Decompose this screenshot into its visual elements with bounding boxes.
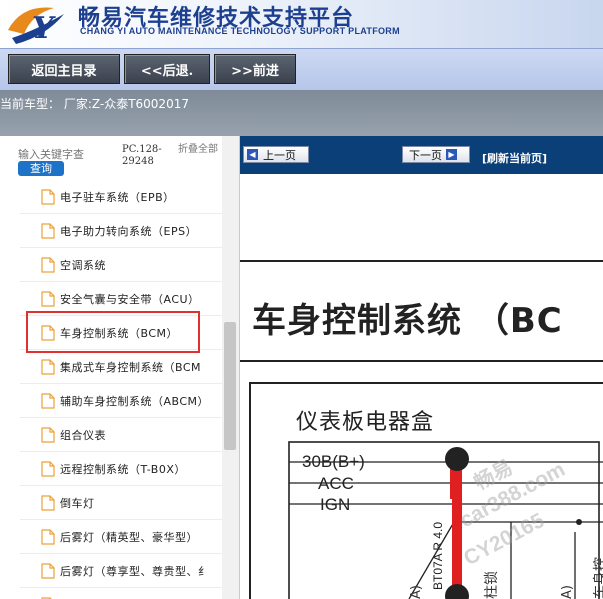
pin-label-acc: ACC (318, 474, 354, 493)
document-icon (41, 188, 55, 205)
document-icon (41, 324, 55, 341)
document-icon (41, 460, 55, 477)
document-rule (240, 260, 603, 262)
document-icon (41, 562, 55, 579)
tree-item[interactable]: 空调系统 (20, 248, 222, 282)
logo-letter: Y (32, 11, 56, 46)
tree-item-label: 后雾灯（尊享型、尊贵型、纟 (60, 564, 210, 578)
tree-item-label: 电子驻车系统（EPB） (60, 190, 175, 204)
forward-button[interactable]: >>前进 (214, 54, 296, 84)
pin-label-ign: IGN (320, 495, 351, 514)
diagram-side-text: A) (560, 585, 575, 599)
document-icon (41, 222, 55, 239)
document-rule (240, 360, 603, 362)
logo-icon: Y (8, 7, 64, 46)
fuse-box-title: 仪表板电器盒 (296, 410, 435, 435)
search-button[interactable]: 查询 (18, 161, 64, 176)
document-title: 车身控制系统 （BC (252, 301, 563, 341)
document-icon (41, 358, 55, 375)
home-button[interactable]: 返回主目录 (8, 54, 120, 84)
document-icon (41, 290, 55, 307)
tree-item-label: 组合仪表 (60, 428, 106, 442)
diagram-side-text: 柱锁 (484, 571, 500, 599)
tree-item-label: 辅助车身控制系统（ABCM） (60, 394, 210, 408)
tree-item[interactable]: 辅助车身控制系统（ABCM） (20, 384, 222, 418)
tree-item-label: 车身控制系统（BCM） (60, 326, 179, 340)
tree-item-label: 集成式车身控制系统（BCM (60, 360, 202, 374)
pc-code: PC.128-29248 (122, 144, 162, 167)
tree-item[interactable]: 组合仪表 (20, 418, 222, 452)
tree-item-label: 安全气囊与安全带（ACU） (60, 292, 200, 306)
wire-label: BT07A R 4.0 (431, 521, 445, 590)
tree-item[interactable]: 电子驻车系统（EPB） (20, 180, 222, 214)
collapse-all-button[interactable]: 折叠全部 (178, 144, 218, 156)
current-vehicle-bar: 当前车型： 厂家:Z-众泰T6002017 (0, 90, 603, 136)
tree-item-label: 倒车灯 (60, 496, 95, 510)
app-header: Y 畅易汽车维修技术支持平台 CHANG YI AUTO MAINTENANCE… (0, 0, 603, 48)
tree-item[interactable]: 车身控制系统（BCM） (20, 316, 222, 350)
diagram-side-text: A) (409, 585, 424, 599)
sidebar-scrollbar-thumb[interactable] (224, 322, 236, 450)
sidebar: 查询 PC.128-29248 折叠全部 电子驻车系统（EPB） 电子助力转向系统… (0, 136, 240, 599)
tree-item[interactable]: 后雾灯（精英型、豪华型） (20, 520, 222, 554)
document-icon (41, 494, 55, 511)
diagram-side-text: 车身控 (593, 557, 603, 599)
tree-item[interactable]: 安全气囊与安全带（ACU） (20, 282, 222, 316)
tree-item-label: 后雾灯（精英型、豪华型） (60, 530, 198, 544)
search-area: 查询 PC.128-29248 折叠全部 (0, 136, 239, 180)
pin-label-30b: 30B(B+) (302, 452, 365, 471)
document-icon (41, 256, 55, 273)
nav-bar: 返回主目录 <<后退. >>前进 (0, 48, 603, 90)
tree-item[interactable]: 倒车灯 (20, 486, 222, 520)
tree-item[interactable]: 电子助力转向系统（EPS） (20, 214, 222, 248)
tree-item[interactable]: 后雾灯（尊享型、尊贵型、纟 (20, 554, 222, 588)
tree-item[interactable]: 前雾灯（尊享型、尊贵型 (20, 588, 222, 599)
tree-item[interactable]: 远程控制系统（T-B0X） (20, 452, 222, 486)
tree-item-label: 远程控制系统（T-B0X） (60, 462, 186, 476)
current-vehicle-text: 当前车型： 厂家:Z-众泰T6002017 (0, 97, 189, 111)
tree-item-label: 空调系统 (60, 258, 106, 272)
document-icon (41, 426, 55, 443)
document-icon (41, 392, 55, 409)
back-button[interactable]: <<后退. (124, 54, 210, 84)
document-icon (41, 528, 55, 545)
app-subtitle: CHANG YI AUTO MAINTENANCE TECHNOLOGY SUP… (80, 26, 400, 36)
tree-item-label: 电子助力转向系统（EPS） (60, 224, 198, 238)
tree-item[interactable]: 集成式车身控制系统（BCM (20, 350, 222, 384)
